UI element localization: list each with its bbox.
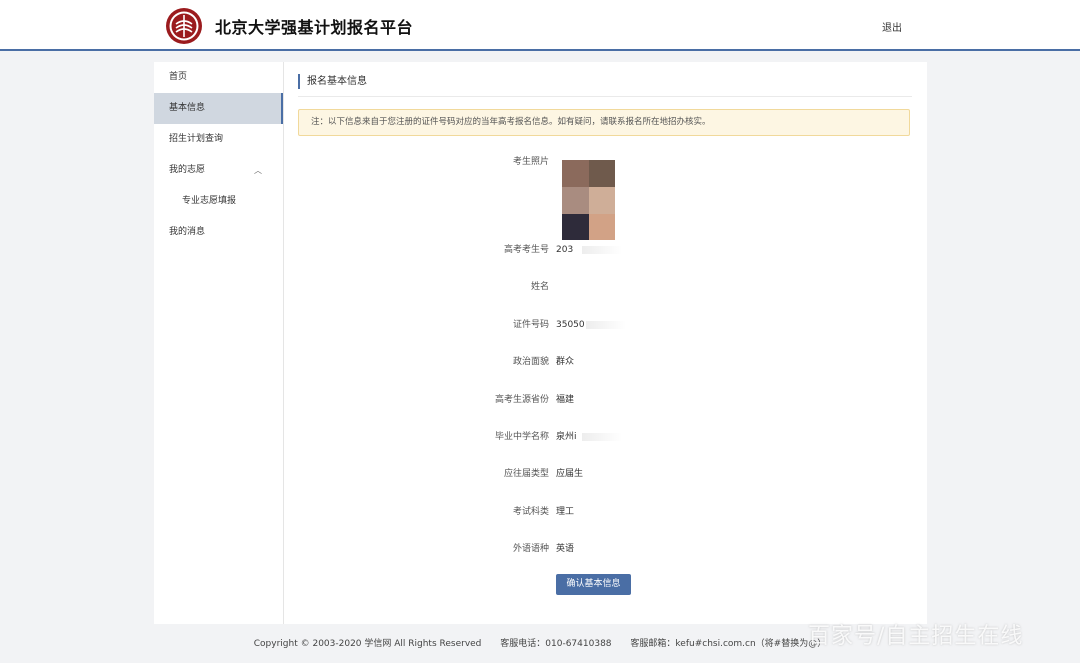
sidebar-item-home[interactable]: 首页 xyxy=(154,62,283,93)
field-label: 应往届类型 xyxy=(503,469,549,480)
field-value: 203 xyxy=(556,245,574,255)
sidebar-item-admission-plan[interactable]: 招生计划查询 xyxy=(154,124,283,155)
field-label: 政治面貌 xyxy=(512,357,549,368)
photo-tile xyxy=(562,160,589,187)
field-label: 毕业中学名称 xyxy=(494,432,549,442)
top-header: 北京大学强基计划报名平台 退出 xyxy=(0,0,1080,51)
section-title: 报名基本信息 xyxy=(298,74,367,89)
field-label: 考生照片 xyxy=(512,157,549,167)
field-label: 姓名 xyxy=(530,282,549,293)
main-panel: 报名基本信息 注：以下信息来自于您注册的证件号码对应的当年高考报名信息。如有疑问… xyxy=(284,62,927,624)
footer-copyright: Copyright © 2003-2020 学信网 All Rights Res… xyxy=(253,639,482,649)
photo-tile xyxy=(589,160,615,187)
field-label: 高考生源省份 xyxy=(494,394,549,405)
confirm-basic-info-button[interactable]: 确认基本信息 xyxy=(556,574,631,595)
field-value: 福建 xyxy=(556,394,575,405)
sidebar-item-label: 专业志愿填报 xyxy=(182,196,237,206)
sidebar-item-major-application[interactable]: 专业志愿填报 xyxy=(154,186,283,217)
sidebar-item-label: 招生计划查询 xyxy=(169,134,224,144)
logout-link[interactable]: 退出 xyxy=(882,19,902,34)
sidebar-item-label: 首页 xyxy=(169,72,188,82)
field-value: 群众 xyxy=(556,357,575,368)
photo-tile xyxy=(589,214,615,240)
chevron-up-icon: ︿ xyxy=(254,166,262,175)
photo-tile xyxy=(589,187,615,214)
field-value: 理工 xyxy=(556,506,575,517)
site-title: 北京大学强基计划报名平台 xyxy=(215,18,414,37)
redacted-mask xyxy=(582,246,622,254)
field-label: 外语语种 xyxy=(512,544,549,555)
photo-tile xyxy=(562,187,589,214)
field-label: 考试科类 xyxy=(512,506,549,517)
field-label: 证件号码 xyxy=(512,319,549,330)
pku-logo-icon xyxy=(166,8,202,44)
field-value: 应届生 xyxy=(556,469,584,480)
sidebar-item-my-aspirations[interactable]: 我的志愿 ︿ xyxy=(154,155,283,186)
field-value: 泉州i xyxy=(556,432,577,442)
student-photo xyxy=(562,160,615,240)
sidebar: 首页 基本信息 招生计划查询 我的志愿 ︿ 专业志愿填报 我的消息 xyxy=(154,62,284,624)
field-value: 英语 xyxy=(556,544,575,555)
sidebar-item-label: 我的消息 xyxy=(169,227,206,237)
divider xyxy=(298,96,912,97)
footer-email: 客服邮箱：kefu#chsi.com.cn（将#替换为@） xyxy=(630,639,827,649)
notice-banner: 注：以下信息来自于您注册的证件号码对应的当年高考报名信息。如有疑问，请联系报名所… xyxy=(298,109,910,136)
field-label: 高考考生号 xyxy=(503,245,549,255)
sidebar-item-basic-info[interactable]: 基本信息 xyxy=(154,93,283,124)
redacted-mask xyxy=(586,320,626,329)
watermark: 百家号/自主招生在线 xyxy=(808,624,1024,649)
sidebar-item-my-messages[interactable]: 我的消息 xyxy=(154,217,283,248)
field-value: 35050 xyxy=(556,319,585,330)
footer-phone: 客服电话：010-67410388 xyxy=(500,639,612,649)
sidebar-item-label: 我的志愿 xyxy=(169,165,206,175)
sidebar-item-label: 基本信息 xyxy=(169,103,206,113)
photo-tile xyxy=(562,214,589,240)
redacted-mask xyxy=(582,433,622,441)
